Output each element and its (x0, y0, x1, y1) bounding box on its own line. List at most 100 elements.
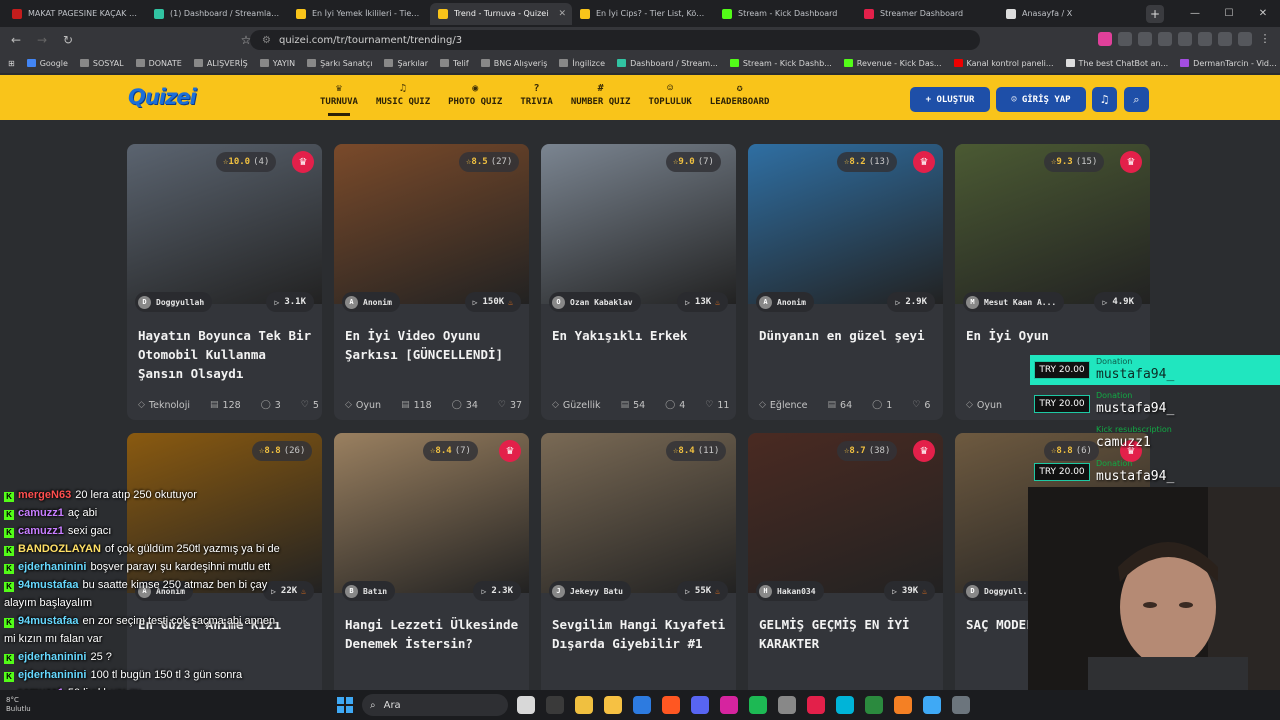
apps-grid-icon[interactable]: ⊞ (8, 59, 15, 68)
taskbar-app-icon[interactable] (633, 696, 651, 714)
browser-tab[interactable]: Stream - Kick Dashboard (714, 3, 856, 25)
search-button[interactable]: ⌕ (1124, 87, 1149, 112)
nav-item-leaderboard[interactable]: ✪ LEADERBOARD (710, 83, 770, 107)
quiz-card[interactable]: ☆ 10.0 (4) ♛ D Doggyullah ▷ 3.1K Hayatın Boyunc… (127, 144, 322, 420)
quiz-thumbnail[interactable]: ☆ 8.4 (11) (541, 433, 736, 593)
nav-item-topluluk[interactable]: ☺ TOPLULUK (648, 83, 691, 107)
browser-tab[interactable]: En İyi Yemek İkilileri - Tier List (288, 3, 430, 25)
nav-item-turnuva[interactable]: ♛ TURNUVA (320, 83, 358, 116)
quiz-card[interactable]: ☆ 8.7 (38) ♛ H Hakan034 ▷ 39K ♨ GELMİŞ GEÇMİŞ EN… (748, 433, 943, 690)
category-tag[interactable]: ◇ Oyun (966, 400, 1012, 411)
author-chip[interactable]: D Doggyullah (135, 292, 213, 312)
forward-icon[interactable]: → (32, 30, 52, 50)
bookmark-item[interactable]: Şarkı Sanatçı (307, 59, 372, 68)
quiz-title[interactable]: Hangi Lezzeti Ülkesinde Denemek İstersin… (334, 593, 529, 679)
create-button[interactable]: + OLUŞTUR (910, 87, 990, 112)
taskbar-app-icon[interactable] (749, 696, 767, 714)
quiz-thumbnail[interactable]: ☆ 9.0 (7) (541, 144, 736, 304)
category-tag[interactable]: ◇ Eğlence (759, 400, 818, 411)
taskbar-app-icon[interactable] (517, 696, 535, 714)
quiz-thumbnail[interactable]: ☆ 8.4 (7) ♛ (334, 433, 529, 593)
category-tag[interactable]: ◇ Teknoloji (138, 400, 200, 411)
quiz-thumbnail[interactable]: ☆ 8.5 (27) (334, 144, 529, 304)
browser-tab[interactable]: En İyi Cips? - Tier List, Kör Sıra (572, 3, 714, 25)
weather-widget[interactable]: 8°C Bulutlu (6, 696, 31, 714)
bookmark-item[interactable]: BNG Alışveriş (480, 59, 547, 68)
author-chip[interactable]: M Mesut Kaan A... (963, 292, 1065, 312)
taskbar-app-icon[interactable] (836, 696, 854, 714)
notifications-button[interactable]: ♫ (1092, 87, 1117, 112)
url-input[interactable]: ⚙ quizei.com/tr/tournament/trending/3 (250, 30, 980, 50)
bookmark-item[interactable]: DONATE (135, 59, 182, 68)
browser-tab[interactable]: Streamer Dashboard (856, 3, 998, 25)
author-chip[interactable]: A Anonim (756, 292, 814, 312)
extension-icon[interactable] (1198, 32, 1212, 46)
extension-icon[interactable] (1178, 32, 1192, 46)
taskbar-app-icon[interactable] (662, 696, 680, 714)
bookmark-item[interactable]: DermanTarcin - Vid... (1180, 59, 1277, 68)
nav-item-trivia[interactable]: ? TRIVIA (520, 83, 553, 107)
quiz-card[interactable]: ☆ 8.4 (11) J Jekeyy Batu ▷ 55K ♨ Sevgilim Hangi… (541, 433, 736, 690)
bookmark-item[interactable]: Telif (440, 59, 469, 68)
quiz-thumbnail[interactable]: ☆ 9.3 (15) ♛ (955, 144, 1150, 304)
browser-tab[interactable]: (1) Dashboard / Streamlabs (146, 3, 288, 25)
site-logo[interactable]: Quizei (128, 85, 197, 109)
browser-tab[interactable]: MAKAT PAGESINE KAÇAK MA (4, 3, 146, 25)
quiz-title[interactable]: Hayatın Boyunca Tek Bir Otomobil Kullanm… (127, 304, 322, 390)
quiz-thumbnail[interactable]: ☆ 8.7 (38) ♛ (748, 433, 943, 593)
nav-item-photo-quiz[interactable]: ◉ PHOTO QUIZ (448, 83, 502, 107)
taskbar-app-icon[interactable] (691, 696, 709, 714)
minimize-icon[interactable]: — (1178, 0, 1212, 27)
bookmark-item[interactable]: Revenue - Kick Das... (843, 59, 942, 68)
quiz-title[interactable]: Dünyanın en güzel şeyi (748, 304, 943, 390)
bookmark-item[interactable]: ALIŞVERİŞ (193, 59, 248, 68)
category-tag[interactable]: ◇ Güzellik (552, 400, 611, 411)
close-tab-icon[interactable]: ✕ (558, 9, 566, 19)
extension-icon[interactable] (1238, 32, 1252, 46)
taskbar-app-icon[interactable] (575, 696, 593, 714)
taskbar-app-icon[interactable] (604, 696, 622, 714)
menu-icon[interactable]: ⋮ (1258, 32, 1272, 46)
taskbar-app-icon[interactable] (807, 696, 825, 714)
new-tab-button[interactable]: + (1146, 4, 1164, 23)
taskbar-app-icon[interactable] (778, 696, 796, 714)
bookmark-item[interactable]: Kanal kontrol paneli... (953, 59, 1054, 68)
author-chip[interactable]: B Batın (342, 581, 396, 601)
windows-start-icon[interactable] (337, 697, 353, 713)
extension-icon[interactable] (1098, 32, 1112, 46)
bookmark-item[interactable]: Google (26, 59, 68, 68)
close-window-icon[interactable]: ✕ (1246, 0, 1280, 27)
browser-tab[interactable]: Trend - Turnuva - Quizei ✕ (430, 2, 572, 25)
quiz-title[interactable]: Sevgilim Hangi Kıyafeti Dışarda Giyebili… (541, 593, 736, 679)
reload-icon[interactable]: ↻ (58, 30, 78, 50)
bookmark-item[interactable]: YAYIN (259, 59, 295, 68)
bookmark-item[interactable]: The best ChatBot an... (1065, 59, 1168, 68)
taskbar-app-icon[interactable] (952, 696, 970, 714)
taskbar-app-icon[interactable] (546, 696, 564, 714)
quiz-title[interactable]: GELMİŞ GEÇMİŞ EN İYİ KARAKTER (748, 593, 943, 679)
extension-icon[interactable] (1218, 32, 1232, 46)
author-chip[interactable]: J Jekeyy Batu (549, 581, 631, 601)
quiz-title[interactable]: En İyi Video Oyunu Şarkısı [GÜNCELLENDİ] (334, 304, 529, 390)
site-info-icon[interactable]: ⚙ (262, 35, 271, 46)
extension-icon[interactable] (1118, 32, 1132, 46)
bookmark-item[interactable]: Stream - Kick Dashb... (729, 59, 832, 68)
quiz-title[interactable]: En Yakışıklı Erkek (541, 304, 736, 390)
login-button[interactable]: ☺ GİRİŞ YAP (996, 87, 1086, 112)
bookmark-item[interactable]: SOSYAL (79, 59, 124, 68)
bookmark-item[interactable]: Şarkılar (384, 59, 428, 68)
author-chip[interactable]: O Ozan Kabaklav (549, 292, 641, 312)
maximize-icon[interactable]: ☐ (1212, 0, 1246, 27)
bookmark-item[interactable]: Dashboard / Stream... (617, 59, 718, 68)
taskbar-app-icon[interactable] (894, 696, 912, 714)
back-icon[interactable]: ← (6, 30, 26, 50)
extension-icon[interactable] (1158, 32, 1172, 46)
quiz-thumbnail[interactable]: ☆ 10.0 (4) ♛ (127, 144, 322, 304)
nav-item-music-quiz[interactable]: ♫ MUSIC QUIZ (376, 83, 430, 107)
taskbar-app-icon[interactable] (923, 696, 941, 714)
quiz-card[interactable]: ☆ 8.5 (27) A Anonim ▷ 150K ♨ En İyi Video Oyunu… (334, 144, 529, 420)
author-chip[interactable]: A Anonim (342, 292, 400, 312)
browser-tab[interactable]: Anasayfa / X (998, 3, 1140, 25)
nav-item-number-quiz[interactable]: # NUMBER QUIZ (571, 83, 631, 107)
quiz-thumbnail[interactable]: ☆ 8.2 (13) ♛ (748, 144, 943, 304)
